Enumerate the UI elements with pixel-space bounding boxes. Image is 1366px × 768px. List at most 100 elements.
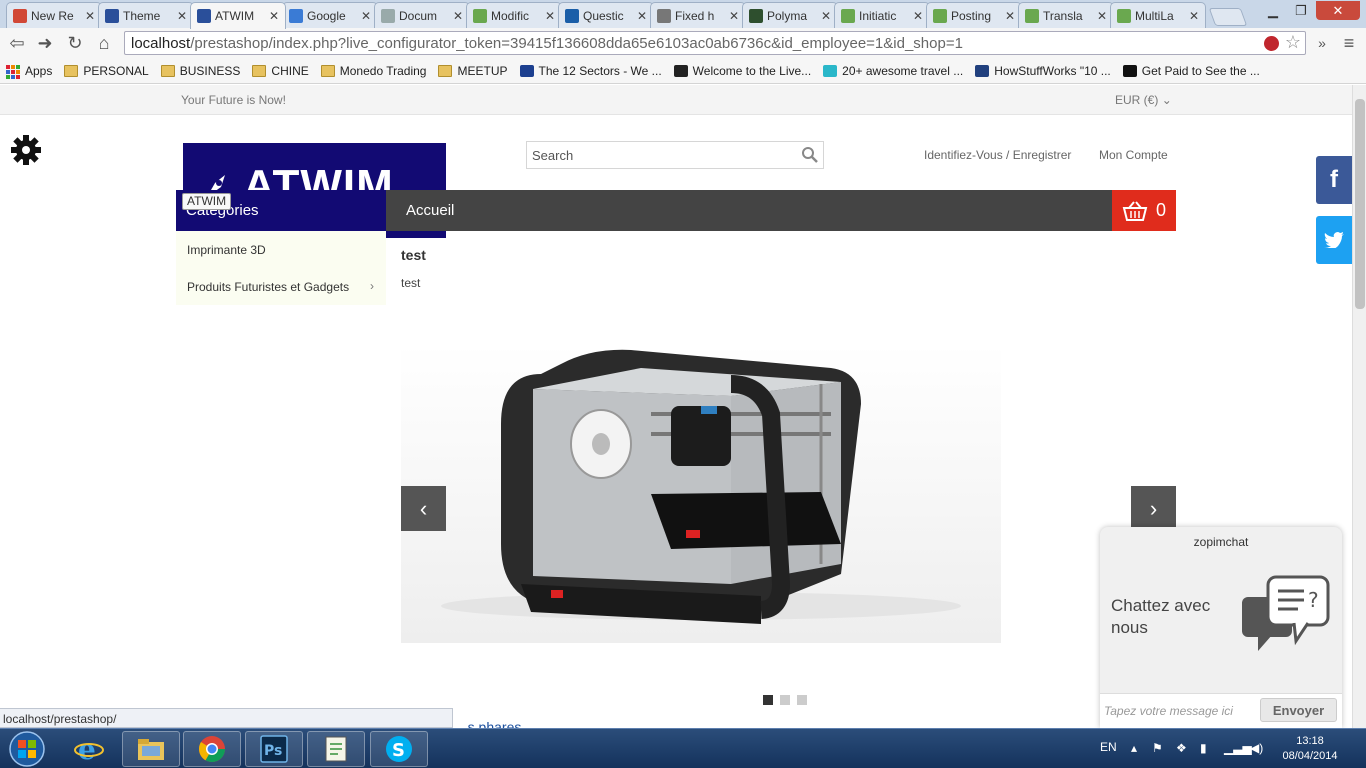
close-tab-icon[interactable]: ✕: [1097, 9, 1107, 23]
howstuffworks-icon: [975, 64, 990, 77]
internet-explorer-icon[interactable]: e: [60, 731, 118, 767]
browser-tab[interactable]: Transla ✕: [1018, 2, 1114, 28]
bookmark-item[interactable]: Apps: [6, 64, 52, 79]
bookmark-item[interactable]: Get Paid to See the ...: [1122, 64, 1260, 78]
address-bar[interactable]: localhost/prestashop/index.php?live_conf…: [124, 31, 1306, 55]
input-language[interactable]: EN: [1100, 740, 1117, 754]
system-clock[interactable]: 13:18 08/04/2014: [1280, 734, 1340, 764]
chrome-icon[interactable]: [183, 731, 241, 767]
scrollbar-thumb[interactable]: [1355, 99, 1365, 309]
close-window-button[interactable]: ✕: [1316, 1, 1360, 20]
close-tab-icon[interactable]: ✕: [821, 9, 831, 23]
currency-selector[interactable]: EUR (€) ⌄: [1115, 93, 1172, 107]
close-tab-icon[interactable]: ✕: [1189, 9, 1199, 23]
close-tab-icon[interactable]: ✕: [269, 9, 279, 23]
volume-icon[interactable]: ◀): [1250, 741, 1263, 755]
bookmark-star-icon[interactable]: ☆: [1285, 32, 1301, 53]
close-tab-icon[interactable]: ✕: [361, 9, 371, 23]
slider-dot[interactable]: [797, 695, 807, 705]
browser-tab[interactable]: Theme ✕: [98, 2, 194, 28]
browser-tab[interactable]: Posting ✕: [926, 2, 1022, 28]
close-tab-icon[interactable]: ✕: [1005, 9, 1015, 23]
gear-icon[interactable]: [10, 134, 42, 166]
new-tab-button[interactable]: [1208, 8, 1248, 26]
clock-date: 08/04/2014: [1282, 750, 1338, 762]
browser-tab[interactable]: Initiatic ✕: [834, 2, 930, 28]
extensions-overflow-icon[interactable]: »: [1311, 32, 1333, 54]
bookmark-item[interactable]: PERSONAL: [64, 64, 149, 78]
chat-footer: Envoyer: [1100, 693, 1342, 728]
bookmark-item[interactable]: Welcome to the Live...: [673, 64, 811, 78]
tab-label: Google: [307, 8, 346, 23]
browser-tab[interactable]: Docum ✕: [374, 2, 470, 28]
chevron-right-icon: ›: [370, 279, 374, 293]
browser-tab[interactable]: ATWIM ✕: [190, 2, 286, 29]
forum-icon: [841, 8, 855, 23]
chat-message-input[interactable]: [1104, 700, 1256, 722]
nav-home[interactable]: Accueil: [406, 202, 454, 219]
category-item-3d-printer[interactable]: Imprimante 3D: [187, 243, 266, 257]
page-scrollbar[interactable]: [1352, 85, 1366, 728]
basket-icon: [1122, 200, 1148, 221]
twitter-share-button[interactable]: [1316, 216, 1352, 264]
power-icon[interactable]: ▮: [1200, 741, 1207, 755]
dropbox-icon[interactable]: ❖: [1176, 741, 1187, 755]
bookmark-item[interactable]: MEETUP: [438, 64, 508, 78]
bookmark-item[interactable]: CHINE: [252, 64, 309, 78]
notepad-plus-icon[interactable]: [307, 731, 365, 767]
browser-tab[interactable]: MultiLa ✕: [1110, 2, 1206, 28]
close-tab-icon[interactable]: ✕: [729, 9, 739, 23]
cart-button[interactable]: 0: [1112, 190, 1176, 231]
browser-tab[interactable]: Polyma ✕: [742, 2, 838, 28]
chat-send-button[interactable]: Envoyer: [1260, 698, 1337, 722]
maximize-button[interactable]: ❐: [1288, 1, 1314, 20]
section-link[interactable]: ...s phares: [456, 719, 521, 728]
close-tab-icon[interactable]: ✕: [545, 9, 555, 23]
home-icon[interactable]: ⌂: [93, 32, 115, 54]
browser-tab[interactable]: Fixed h ✕: [650, 2, 746, 28]
network-signal-icon[interactable]: ▁▃▅: [1224, 741, 1252, 755]
browser-tab[interactable]: Questic ✕: [558, 2, 654, 28]
stop-icon[interactable]: [1264, 36, 1279, 51]
travel-icon: [823, 64, 838, 77]
reload-button[interactable]: ↻: [64, 32, 86, 54]
file-explorer-icon[interactable]: [122, 731, 180, 767]
bookmark-item[interactable]: The 12 Sectors - We ...: [519, 64, 662, 78]
close-tab-icon[interactable]: ✕: [637, 9, 647, 23]
photoshop-icon[interactable]: Ps: [245, 731, 303, 767]
bookmark-item[interactable]: 20+ awesome travel ...: [823, 64, 963, 78]
minimize-button[interactable]: ▁: [1260, 1, 1286, 20]
skype-icon[interactable]: S: [370, 731, 428, 767]
start-button[interactable]: [2, 730, 52, 768]
x-icon: [565, 8, 579, 23]
tab-label: Fixed h: [675, 8, 715, 23]
slider-next-button[interactable]: ›: [1131, 486, 1176, 531]
close-tab-icon[interactable]: ✕: [85, 9, 95, 23]
bookmark-item[interactable]: Monedo Trading: [320, 64, 426, 78]
close-tab-icon[interactable]: ✕: [453, 9, 463, 23]
browser-tab[interactable]: Modific ✕: [466, 2, 562, 28]
forward-button[interactable]: ➜: [34, 32, 56, 54]
search-icon[interactable]: [801, 146, 819, 164]
apps-icon: [6, 64, 20, 79]
login-register-link[interactable]: Identifiez-Vous / Enregistrer: [924, 148, 1071, 162]
bookmark-label: 20+ awesome travel ...: [842, 63, 964, 78]
facebook-share-button[interactable]: f: [1316, 156, 1352, 204]
slider-prev-button[interactable]: ‹: [401, 486, 446, 531]
browser-tab[interactable]: New Re ✕: [6, 2, 102, 28]
close-tab-icon[interactable]: ✕: [177, 9, 187, 23]
slider-dot[interactable]: [763, 695, 773, 705]
chrome-menu-icon[interactable]: ≡: [1338, 32, 1360, 54]
close-tab-icon[interactable]: ✕: [913, 9, 923, 23]
back-button[interactable]: ⇦: [6, 32, 28, 54]
my-account-link[interactable]: Mon Compte: [1099, 148, 1168, 162]
bookmark-item[interactable]: HowStuffWorks "10 ...: [975, 64, 1111, 78]
category-item-gadgets[interactable]: Produits Futuristes et Gadgets: [187, 280, 349, 294]
show-hidden-icons-icon[interactable]: ▴: [1131, 741, 1137, 755]
chat-prompt[interactable]: Chattez avec nous: [1111, 595, 1241, 639]
action-center-flag-icon[interactable]: ⚑: [1152, 741, 1163, 755]
browser-tab[interactable]: Google ✕: [282, 2, 378, 28]
search-input[interactable]: [527, 142, 797, 168]
slider-dot[interactable]: [780, 695, 790, 705]
bookmark-item[interactable]: BUSINESS: [160, 64, 240, 78]
